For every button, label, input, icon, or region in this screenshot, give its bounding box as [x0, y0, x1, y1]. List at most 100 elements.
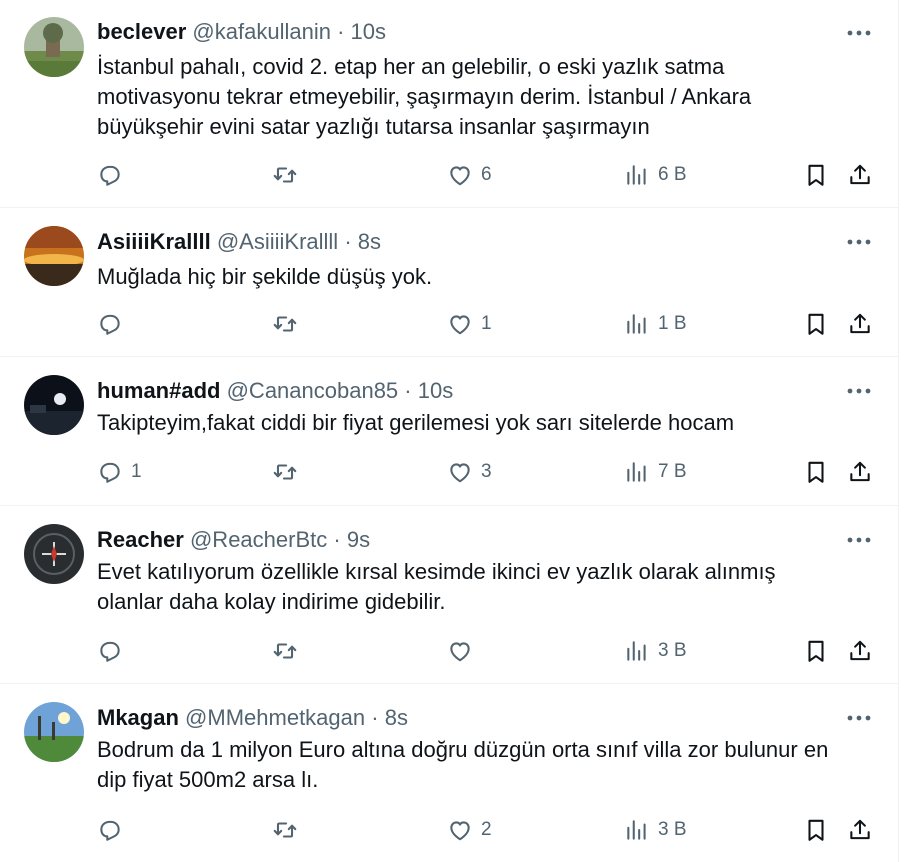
display-name[interactable]: AsiiiiKrallll [97, 229, 211, 254]
view-count: 1 B [658, 313, 687, 334]
share-icon [850, 164, 870, 185]
bookmark-button[interactable] [803, 455, 829, 489]
avatar[interactable] [24, 375, 84, 435]
views-button[interactable]: 3 B [624, 634, 687, 668]
views-button[interactable]: 6 B [624, 158, 687, 192]
avatar[interactable] [24, 226, 84, 286]
share-button[interactable] [847, 158, 873, 192]
retweet-icon [273, 822, 297, 838]
views-button[interactable]: 7 B [624, 455, 687, 489]
retweet-button[interactable] [272, 634, 306, 668]
tweet-actions: 2 3 B [97, 813, 877, 847]
timestamp[interactable]: 10s [351, 19, 386, 44]
share-icon [850, 313, 870, 334]
reply-icon [100, 165, 120, 186]
bookmark-button[interactable] [803, 158, 829, 192]
reply-icon [100, 641, 120, 662]
tweet[interactable]: AsiiiiKrallll @AsiiiiKrallll · 8s Muğlad… [0, 208, 898, 357]
tweet[interactable]: beclever @kafakullanin · 10s İstanbul pa… [0, 0, 898, 208]
more-icon[interactable] [846, 527, 872, 553]
tweet[interactable]: human#add @Canancoban85 · 10s Takipteyim… [0, 357, 898, 506]
retweet-button[interactable] [272, 158, 306, 192]
tweet[interactable]: Mkagan @MMehmetkagan · 8s Bodrum da 1 mi… [0, 684, 898, 862]
tweet-actions: 1 3 7 B [97, 455, 877, 489]
more-icon[interactable] [846, 229, 872, 255]
like-button[interactable]: 1 [447, 307, 492, 341]
user-handle[interactable]: @kafakullanin [192, 19, 331, 44]
share-icon [850, 819, 870, 840]
user-handle[interactable]: @ReacherBtc [190, 527, 327, 552]
reply-icon [100, 820, 120, 841]
tweet-text: Evet katılıyorum özellikle kırsal kesimd… [97, 557, 867, 617]
like-icon [450, 166, 470, 186]
timestamp[interactable]: 9s [347, 527, 370, 552]
user-handle[interactable]: @Canancoban85 [227, 378, 399, 403]
reply-button[interactable]: 1 [97, 455, 142, 489]
reply-button[interactable] [97, 158, 131, 192]
separator-dot: · [371, 705, 379, 730]
timestamp[interactable]: 8s [358, 229, 381, 254]
tweet-text-line: olanlar daha kolay indirime gidebilir. [97, 589, 446, 614]
like-icon [450, 642, 470, 662]
reply-icon [100, 462, 120, 483]
reply-button[interactable] [97, 307, 131, 341]
tweet-text: Takipteyim,fakat ciddi bir fiyat gerilem… [97, 408, 867, 438]
retweet-button[interactable] [272, 307, 306, 341]
reply-button[interactable] [97, 634, 131, 668]
tweet-text-line: Muğlada hiç bir şekilde düşüş yok. [97, 264, 433, 289]
tweet-header: Reacher @ReacherBtc · 9s [97, 527, 370, 553]
share-button[interactable] [847, 455, 873, 489]
retweet-button[interactable] [272, 455, 306, 489]
views-button[interactable]: 1 B [624, 307, 687, 341]
share-button[interactable] [847, 634, 873, 668]
like-button[interactable]: 2 [447, 813, 492, 847]
bookmark-icon [808, 313, 824, 335]
like-button[interactable] [447, 634, 481, 668]
tweet-header: AsiiiiKrallll @AsiiiiKrallll · 8s [97, 229, 381, 255]
reply-icon [100, 314, 120, 335]
display-name[interactable]: Reacher [97, 527, 184, 552]
reply-button[interactable] [97, 813, 131, 847]
retweet-icon [273, 464, 297, 480]
avatar[interactable] [24, 17, 84, 77]
share-button[interactable] [847, 307, 873, 341]
reply-count: 1 [131, 461, 142, 482]
more-icon[interactable] [846, 378, 872, 404]
bookmark-button[interactable] [803, 813, 829, 847]
bookmark-icon [808, 164, 824, 186]
separator-dot: · [333, 527, 341, 552]
timestamp[interactable]: 8s [385, 705, 408, 730]
display-name[interactable]: Mkagan [97, 705, 179, 730]
like-count: 3 [481, 461, 492, 482]
separator-dot: · [404, 378, 412, 403]
bookmark-button[interactable] [803, 307, 829, 341]
views-icon [627, 165, 646, 185]
retweet-icon [273, 316, 297, 332]
views-button[interactable]: 3 B [624, 813, 687, 847]
display-name[interactable]: beclever [97, 19, 186, 44]
like-button[interactable]: 6 [447, 158, 492, 192]
like-icon [450, 821, 470, 841]
timestamp[interactable]: 10s [418, 378, 453, 403]
share-button[interactable] [847, 813, 873, 847]
more-icon[interactable] [846, 20, 872, 46]
tweet-text-line: Evet katılıyorum özellikle kırsal kesimd… [97, 559, 776, 584]
user-handle[interactable]: @MMehmetkagan [185, 705, 365, 730]
view-count: 3 B [658, 819, 687, 840]
avatar[interactable] [24, 524, 84, 584]
retweet-icon [273, 643, 297, 659]
tweet-actions: 6 6 B [97, 158, 877, 192]
like-button[interactable]: 3 [447, 455, 492, 489]
views-icon [627, 314, 646, 334]
tweet-header: human#add @Canancoban85 · 10s [97, 378, 453, 404]
more-icon[interactable] [846, 705, 872, 731]
retweet-button[interactable] [272, 813, 306, 847]
user-handle[interactable]: @AsiiiiKrallll [217, 229, 338, 254]
tweet-text: İstanbul pahalı, covid 2. etap her an ge… [97, 52, 867, 142]
like-count: 1 [481, 313, 492, 334]
display-name[interactable]: human#add [97, 378, 220, 403]
bookmark-button[interactable] [803, 634, 829, 668]
tweet[interactable]: Reacher @ReacherBtc · 9s Evet katılıyoru… [0, 506, 898, 684]
tweet-text-line: Bodrum da 1 milyon Euro altına doğru düz… [97, 737, 829, 762]
avatar[interactable] [24, 702, 84, 762]
